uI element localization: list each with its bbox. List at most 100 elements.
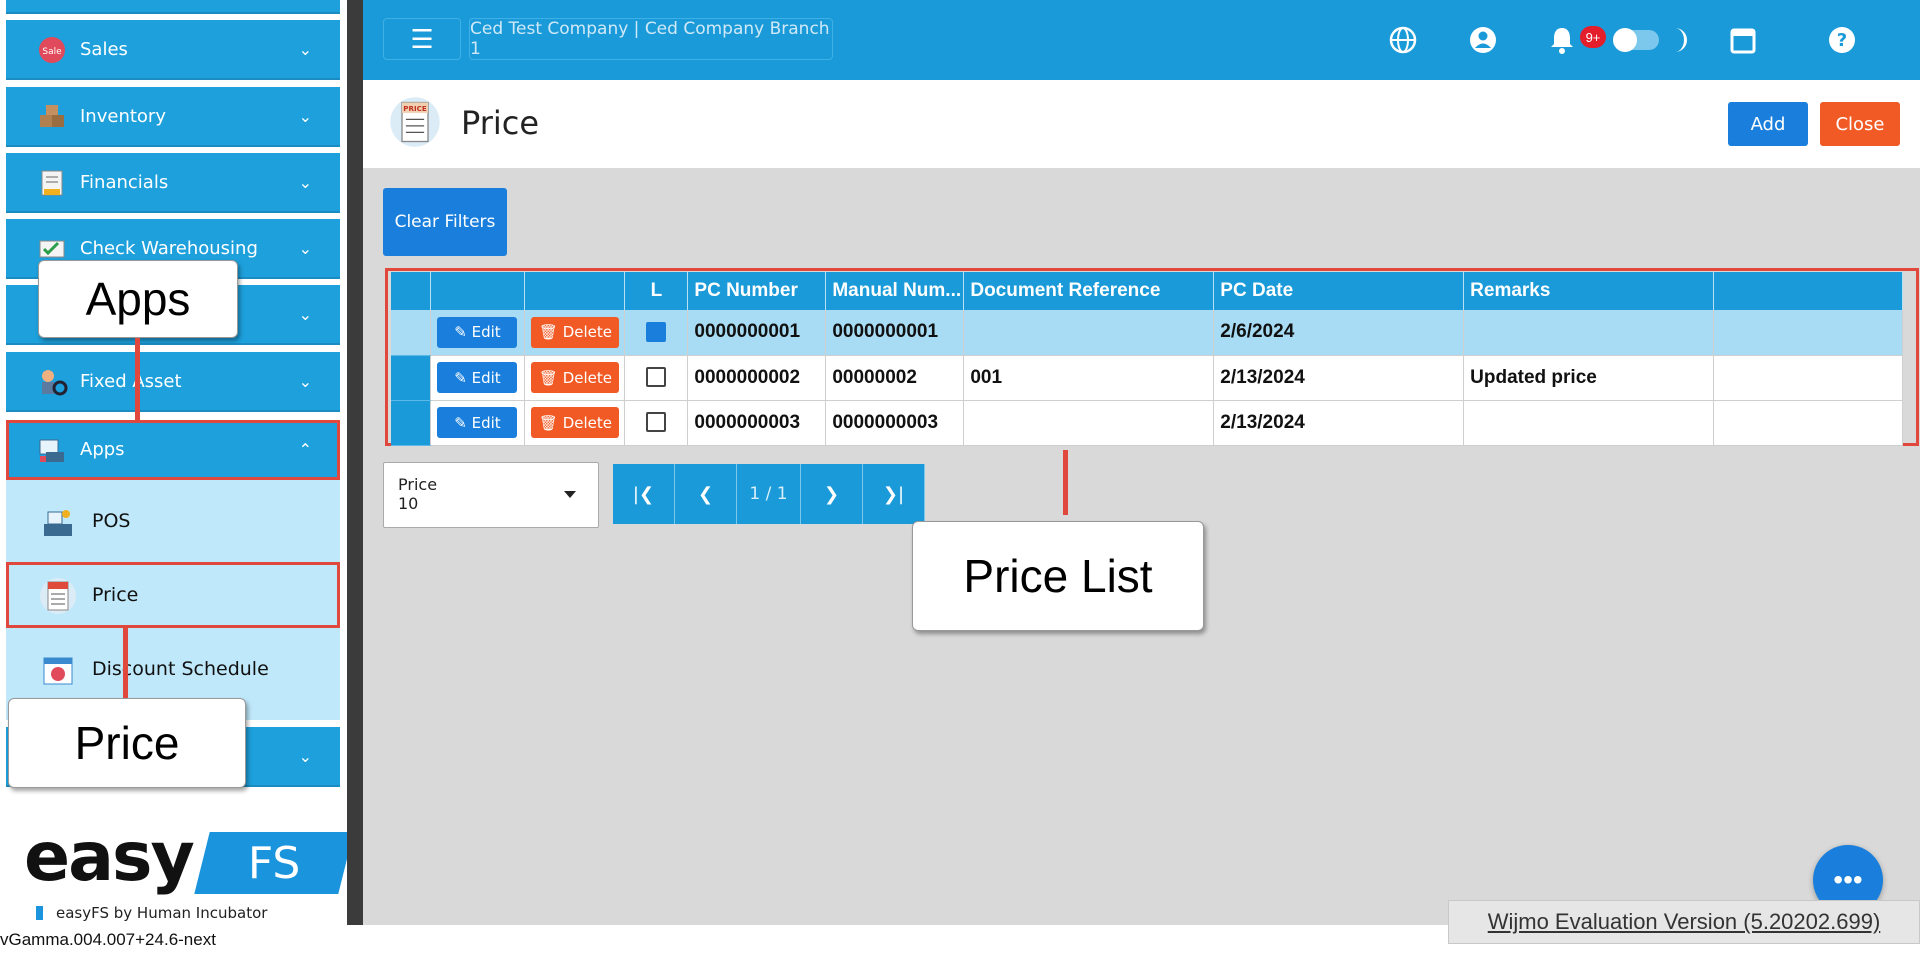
document-reference-cell[interactable]: 001 bbox=[963, 355, 1215, 401]
user-account-icon[interactable] bbox=[1467, 24, 1499, 56]
sidebar-scrollbar[interactable] bbox=[347, 0, 363, 925]
help-icon[interactable]: ? bbox=[1826, 24, 1858, 56]
grid-header-document-reference[interactable]: Document Reference bbox=[963, 272, 1215, 310]
empty-cell bbox=[1713, 400, 1903, 446]
notification-badge: 9+ bbox=[1580, 26, 1606, 48]
delete-button[interactable]: 🗑 Delete bbox=[531, 362, 620, 393]
logo-fs-badge: FS bbox=[194, 832, 354, 894]
delete-cell: 🗑 Delete bbox=[524, 400, 626, 446]
page-title: Price bbox=[461, 104, 540, 142]
submenu-item-price[interactable]: Price bbox=[6, 562, 340, 628]
sidebar-item-label: Financials bbox=[80, 171, 169, 193]
apps-icon bbox=[39, 439, 64, 462]
page-size-select[interactable]: Price 10 bbox=[383, 462, 599, 528]
grid-header-cell bbox=[430, 272, 526, 310]
remarks-cell[interactable]: Updated price bbox=[1463, 355, 1715, 401]
grid-header-pc-number[interactable]: PC Number bbox=[687, 272, 827, 310]
price-list-icon: PRICE bbox=[390, 97, 440, 147]
manual-number-cell[interactable]: 0000000003 bbox=[825, 400, 965, 446]
submenu-item-label: POS bbox=[92, 510, 131, 532]
wijmo-evaluation-notice[interactable]: Wijmo Evaluation Version (5.20202.699) bbox=[1448, 900, 1920, 944]
prev-page-button[interactable]: ❮ bbox=[675, 464, 737, 524]
grid-header-remarks[interactable]: Remarks bbox=[1463, 272, 1715, 310]
chevron-up-icon: ⌃ bbox=[298, 440, 312, 459]
notification-bell-icon[interactable] bbox=[1546, 24, 1578, 56]
page-size-value: 10 bbox=[398, 494, 419, 513]
document-reference-cell[interactable] bbox=[963, 310, 1215, 356]
grid-header-locked[interactable]: L bbox=[624, 272, 689, 310]
manual-number-cell[interactable]: 0000000001 bbox=[825, 310, 965, 356]
table-row[interactable]: ✎ Edit 🗑 Delete 0000000001 0000000001 2/… bbox=[391, 310, 1903, 356]
pc-number-cell[interactable]: 0000000003 bbox=[687, 400, 827, 446]
sidebar-item-sales[interactable]: Sale Sales ⌄ bbox=[6, 20, 340, 80]
last-page-button[interactable]: ❯| bbox=[863, 464, 925, 524]
price-grid: L PC Number Manual Num... Document Refer… bbox=[391, 272, 1903, 446]
chevron-down-icon: ⌄ bbox=[298, 173, 312, 192]
sidebar-item-top[interactable] bbox=[6, 0, 340, 14]
grid-header-cell bbox=[391, 272, 432, 310]
logo-tagline: easyFS by Human Incubator bbox=[35, 904, 268, 922]
svg-text:?: ? bbox=[1837, 30, 1847, 51]
company-branch-selector[interactable]: Ced Test Company | Ced Company Branch 1 bbox=[469, 18, 833, 60]
next-page-button[interactable]: ❯ bbox=[801, 464, 863, 524]
locked-checkbox[interactable] bbox=[646, 322, 667, 343]
grid-header-cell bbox=[524, 272, 626, 310]
chevron-left-icon: ❮ bbox=[697, 483, 714, 505]
submenu-item-discount-schedule[interactable]: Discount Schedule bbox=[6, 636, 340, 702]
grid-header-pc-date[interactable]: PC Date bbox=[1213, 272, 1465, 310]
manual-number-cell[interactable]: 00000002 bbox=[825, 355, 965, 401]
table-row[interactable]: ✎ Edit 🗑 Delete 0000000002 00000002 001 … bbox=[391, 355, 1903, 401]
calendar-icon[interactable] bbox=[1727, 24, 1759, 56]
remarks-cell[interactable] bbox=[1463, 400, 1715, 446]
locked-cell bbox=[624, 355, 689, 401]
grid-header-manual-number[interactable]: Manual Num... bbox=[825, 272, 965, 310]
sidebar-item-inventory[interactable]: Inventory ⌄ bbox=[6, 87, 340, 147]
ledger-icon bbox=[41, 170, 63, 196]
sidebar-item-financials[interactable]: Financials ⌄ bbox=[6, 153, 340, 213]
remarks-cell[interactable] bbox=[1463, 310, 1715, 356]
pc-date-cell[interactable]: 2/13/2024 bbox=[1213, 400, 1465, 446]
pos-register-icon bbox=[44, 510, 72, 536]
sidebar-item-fixed-asset[interactable]: Fixed Asset ⌄ bbox=[6, 352, 340, 412]
callout-arrow-price-list bbox=[1063, 450, 1068, 515]
chevron-down-icon: ⌄ bbox=[298, 747, 312, 766]
hamburger-icon: ☰ bbox=[410, 23, 434, 54]
ellipsis-icon: ••• bbox=[1833, 864, 1863, 895]
document-reference-cell[interactable] bbox=[963, 400, 1215, 446]
delete-cell: 🗑 Delete bbox=[524, 355, 626, 401]
delete-button[interactable]: 🗑 Delete bbox=[531, 316, 620, 348]
chevron-down-icon: ⌄ bbox=[298, 372, 312, 391]
pc-number-cell[interactable]: 0000000001 bbox=[687, 310, 827, 356]
dark-mode-toggle[interactable] bbox=[1613, 28, 1659, 52]
chevron-down-icon: ⌄ bbox=[298, 239, 312, 258]
sidebar-item-apps[interactable]: Apps ⌃ bbox=[6, 420, 340, 480]
easyfs-logo: easy FS easyFS by Human Incubator bbox=[24, 818, 354, 928]
edit-button[interactable]: ✎ Edit bbox=[437, 407, 518, 438]
version-label: vGamma.004.007+24.6-next bbox=[0, 930, 216, 949]
row-header[interactable] bbox=[391, 310, 432, 356]
globe-icon[interactable] bbox=[1387, 24, 1419, 56]
close-button[interactable]: Close bbox=[1820, 102, 1900, 146]
edit-cell: ✎ Edit bbox=[430, 355, 526, 401]
delete-button[interactable]: 🗑 Delete bbox=[531, 407, 620, 438]
hamburger-menu-button[interactable]: ☰ bbox=[383, 18, 461, 60]
add-button[interactable]: Add bbox=[1728, 102, 1808, 146]
submenu-item-label: Discount Schedule bbox=[92, 658, 269, 680]
logo-easy-text: easy bbox=[24, 818, 195, 897]
grid-header-cell bbox=[1713, 272, 1903, 310]
row-header[interactable] bbox=[391, 400, 432, 446]
pc-date-cell[interactable]: 2/13/2024 bbox=[1213, 355, 1465, 401]
moon-icon bbox=[1675, 28, 1687, 52]
pc-number-cell[interactable]: 0000000002 bbox=[687, 355, 827, 401]
table-row[interactable]: ✎ Edit 🗑 Delete 0000000003 0000000003 2/… bbox=[391, 400, 1903, 446]
sidebar-item-label: Sales bbox=[80, 38, 128, 60]
edit-button[interactable]: ✎ Edit bbox=[437, 316, 518, 348]
pc-date-cell[interactable]: 2/6/2024 bbox=[1213, 310, 1465, 356]
edit-button[interactable]: ✎ Edit bbox=[437, 362, 518, 393]
locked-checkbox[interactable] bbox=[646, 412, 667, 433]
locked-checkbox[interactable] bbox=[646, 367, 667, 388]
first-page-button[interactable]: |❮ bbox=[613, 464, 675, 524]
row-header[interactable] bbox=[391, 355, 432, 401]
clear-filters-button[interactable]: Clear Filters bbox=[383, 188, 507, 256]
submenu-item-pos[interactable]: POS bbox=[6, 488, 340, 554]
